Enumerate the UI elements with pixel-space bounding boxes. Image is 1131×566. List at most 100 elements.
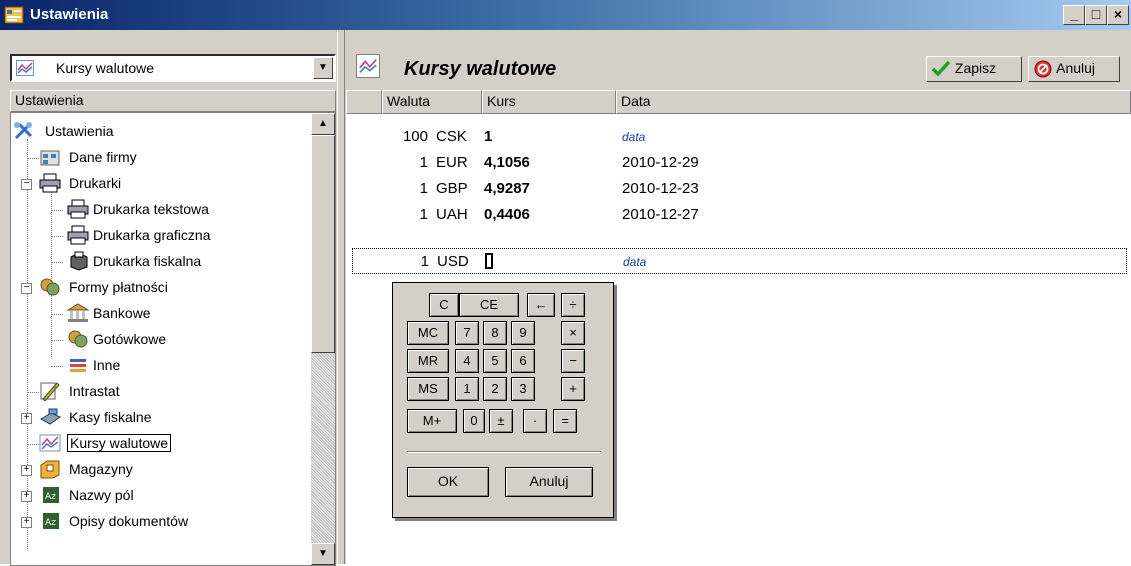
- date-cell[interactable]: 2010-12-23: [622, 180, 699, 197]
- minimize-button[interactable]: _: [1063, 5, 1085, 25]
- calc-sign-button[interactable]: ±: [489, 409, 513, 433]
- calc-clear-button[interactable]: C: [429, 293, 459, 317]
- checkmark-icon: [931, 61, 951, 77]
- date-cell[interactable]: data: [623, 255, 646, 269]
- rate-editor[interactable]: [485, 253, 493, 271]
- combo-value: Kursy walutowe: [56, 60, 155, 76]
- cash-register-icon: [40, 408, 61, 425]
- tree-guide-line: [51, 295, 52, 357]
- currency-cell: EUR: [436, 154, 468, 171]
- calc-8-button[interactable]: 8: [483, 321, 507, 345]
- table-row[interactable]: 1 UAH 0,4406 2010-12-27: [346, 202, 1131, 228]
- table-row-active[interactable]: 1 USD data: [352, 248, 1127, 274]
- row-indicator-header: [346, 90, 382, 114]
- tree-header: Ustawienia: [10, 90, 336, 112]
- window-title: Ustawienia: [30, 6, 109, 23]
- scroll-track[interactable]: [311, 353, 335, 545]
- currency-cell: UAH: [436, 206, 468, 223]
- rate-cell[interactable]: 4,1056: [484, 154, 530, 171]
- close-button[interactable]: ×: [1107, 5, 1129, 25]
- currency-cell: CSK: [436, 128, 467, 145]
- calc-mr-button[interactable]: MR: [407, 349, 449, 373]
- rate-cell[interactable]: 0,4406: [484, 206, 530, 223]
- table-row[interactable]: 100 CSK 1 data: [346, 124, 1131, 150]
- tree-item-label: Kursy walutowe: [67, 434, 172, 452]
- calc-add-button[interactable]: +: [561, 377, 585, 401]
- svg-text:Az: Az: [45, 492, 56, 502]
- date-cell[interactable]: data: [622, 130, 645, 144]
- rate-cell[interactable]: 1: [484, 128, 492, 145]
- expand-icon[interactable]: +: [21, 413, 32, 424]
- calc-1-button[interactable]: 1: [455, 377, 479, 401]
- scroll-down-icon[interactable]: ▼: [311, 543, 335, 565]
- title-bar[interactable]: Ustawienia _ □ ×: [0, 0, 1131, 30]
- tree-scrollbar[interactable]: ▲ ▼: [311, 113, 335, 565]
- table-row[interactable]: 1 EUR 4,1056 2010-12-29: [346, 150, 1131, 176]
- fiscal-printer-icon: [70, 251, 88, 271]
- calc-clear-entry-button[interactable]: CE: [459, 293, 519, 317]
- warehouse-icon: [40, 460, 60, 479]
- grid-header: Waluta Kurs Data: [346, 90, 1131, 114]
- cancel-icon: [1034, 60, 1052, 78]
- amount-cell: 1: [419, 206, 428, 223]
- calc-2-button[interactable]: 2: [483, 377, 507, 401]
- calc-multiply-button[interactable]: ×: [561, 321, 585, 345]
- tree-guide-line: [27, 139, 28, 549]
- calc-3-button[interactable]: 3: [511, 377, 535, 401]
- tree-item-label: Intrastat: [69, 383, 120, 399]
- calc-cancel-button[interactable]: Anuluj: [505, 467, 593, 497]
- maximize-button[interactable]: □: [1085, 5, 1107, 25]
- collapse-icon[interactable]: −: [21, 283, 32, 294]
- expand-icon[interactable]: +: [21, 491, 32, 502]
- panel-toolbar: Kursy walutowe Zapisz Anuluj: [346, 46, 1131, 90]
- tree-item-label: Nazwy pól: [69, 487, 134, 503]
- expand-icon[interactable]: +: [21, 465, 32, 476]
- tree-item-label: Inne: [93, 357, 121, 373]
- settings-combo[interactable]: Kursy walutowe ▼: [10, 54, 336, 82]
- calc-7-button[interactable]: 7: [455, 321, 479, 345]
- scroll-up-icon[interactable]: ▲: [311, 113, 335, 135]
- column-header-waluta[interactable]: Waluta: [382, 90, 482, 114]
- save-button[interactable]: Zapisz: [926, 56, 1022, 82]
- calc-6-button[interactable]: 6: [511, 349, 535, 373]
- date-cell[interactable]: 2010-12-27: [622, 206, 699, 223]
- collapse-icon[interactable]: −: [21, 179, 32, 190]
- column-header-data[interactable]: Data: [616, 90, 1131, 114]
- calc-divide-button[interactable]: ÷: [561, 293, 585, 317]
- tree-item-label: Drukarka tekstowa: [93, 201, 209, 217]
- rate-cell[interactable]: 4,9287: [484, 180, 530, 197]
- calc-ok-button[interactable]: OK: [407, 467, 489, 497]
- calc-ms-button[interactable]: MS: [407, 377, 449, 401]
- calc-mplus-button[interactable]: M+: [407, 409, 457, 433]
- calc-equals-button[interactable]: =: [553, 409, 577, 433]
- intrastat-icon: [40, 382, 60, 401]
- currency-chart-icon: [356, 54, 380, 78]
- tree-item-label: Drukarka fiskalna: [93, 253, 202, 269]
- calc-decimal-button[interactable]: ·: [523, 409, 547, 433]
- settings-window: Ustawienia _ □ × Kursy walutowe ▼ Ustawi…: [0, 0, 1131, 566]
- cancel-label: Anuluj: [1056, 60, 1096, 76]
- date-cell[interactable]: 2010-12-29: [622, 154, 699, 171]
- calc-divider: [407, 451, 601, 453]
- chevron-down-icon[interactable]: ▼: [313, 57, 333, 79]
- calc-0-button[interactable]: 0: [463, 409, 485, 433]
- cancel-button[interactable]: Anuluj: [1028, 56, 1120, 82]
- table-row[interactable]: 1 GBP 4,9287 2010-12-23: [346, 176, 1131, 202]
- calc-5-button[interactable]: 5: [483, 349, 507, 373]
- calc-9-button[interactable]: 9: [511, 321, 535, 345]
- tree-item-label: Dane firmy: [69, 149, 137, 165]
- calc-mc-button[interactable]: MC: [407, 321, 449, 345]
- scroll-thumb[interactable]: [311, 135, 335, 353]
- panel-splitter[interactable]: [337, 30, 345, 564]
- bank-icon: [67, 303, 89, 322]
- column-header-kurs[interactable]: Kurs: [482, 90, 616, 114]
- calc-4-button[interactable]: 4: [455, 349, 479, 373]
- calc-backspace-button[interactable]: ←: [527, 293, 555, 317]
- calc-subtract-button[interactable]: −: [561, 349, 585, 373]
- settings-app-icon: [4, 6, 24, 24]
- expand-icon[interactable]: +: [21, 517, 32, 528]
- tree-item-label: Drukarka graficzna: [93, 227, 211, 243]
- currency-chart-icon: [39, 434, 61, 452]
- amount-cell: 100: [402, 128, 428, 145]
- printer-icon: [39, 173, 61, 193]
